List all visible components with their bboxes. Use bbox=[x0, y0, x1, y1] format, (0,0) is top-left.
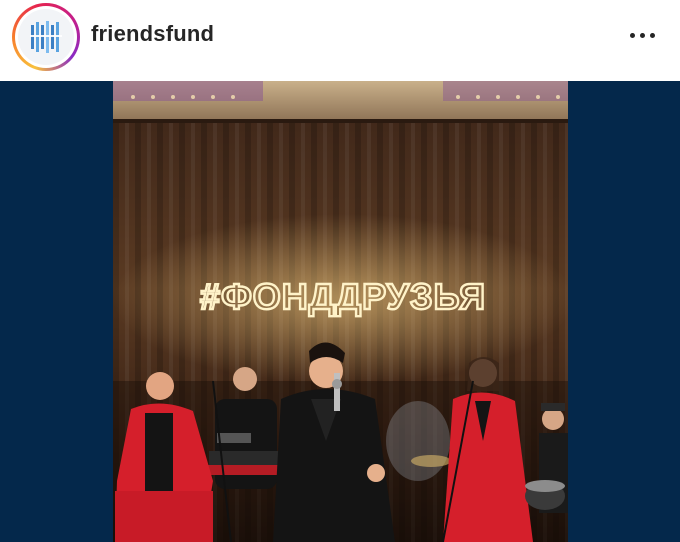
concert-photo: #ФОНДДРУЗЬЯ bbox=[113, 81, 568, 542]
story-ring[interactable] bbox=[12, 3, 80, 71]
more-horizontal-icon bbox=[629, 32, 635, 38]
more-options-button[interactable] bbox=[622, 26, 662, 44]
post-media[interactable]: #ФОНДДРУЗЬЯ bbox=[0, 81, 680, 542]
post-header: friendsfund bbox=[0, 0, 680, 81]
username-link[interactable]: friendsfund bbox=[91, 21, 214, 47]
neon-sign: #ФОНДДРУЗЬЯ bbox=[200, 276, 486, 317]
friendsfund-logo-icon bbox=[30, 21, 62, 53]
post-photo[interactable]: #ФОНДДРУЗЬЯ bbox=[113, 81, 568, 542]
avatar[interactable] bbox=[18, 9, 74, 65]
